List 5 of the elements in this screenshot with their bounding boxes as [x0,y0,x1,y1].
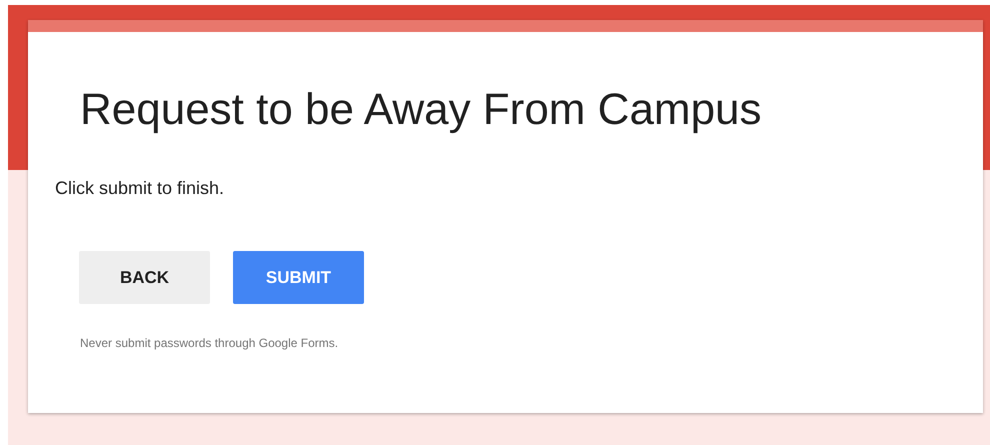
form-title: Request to be Away From Campus [79,84,763,136]
finish-message: Click submit to finish. [55,178,226,199]
footer-note: Never submit passwords through Google Forms. [80,336,340,350]
submit-button[interactable]: SUBMIT [233,251,364,304]
back-button[interactable]: BACK [79,251,210,304]
